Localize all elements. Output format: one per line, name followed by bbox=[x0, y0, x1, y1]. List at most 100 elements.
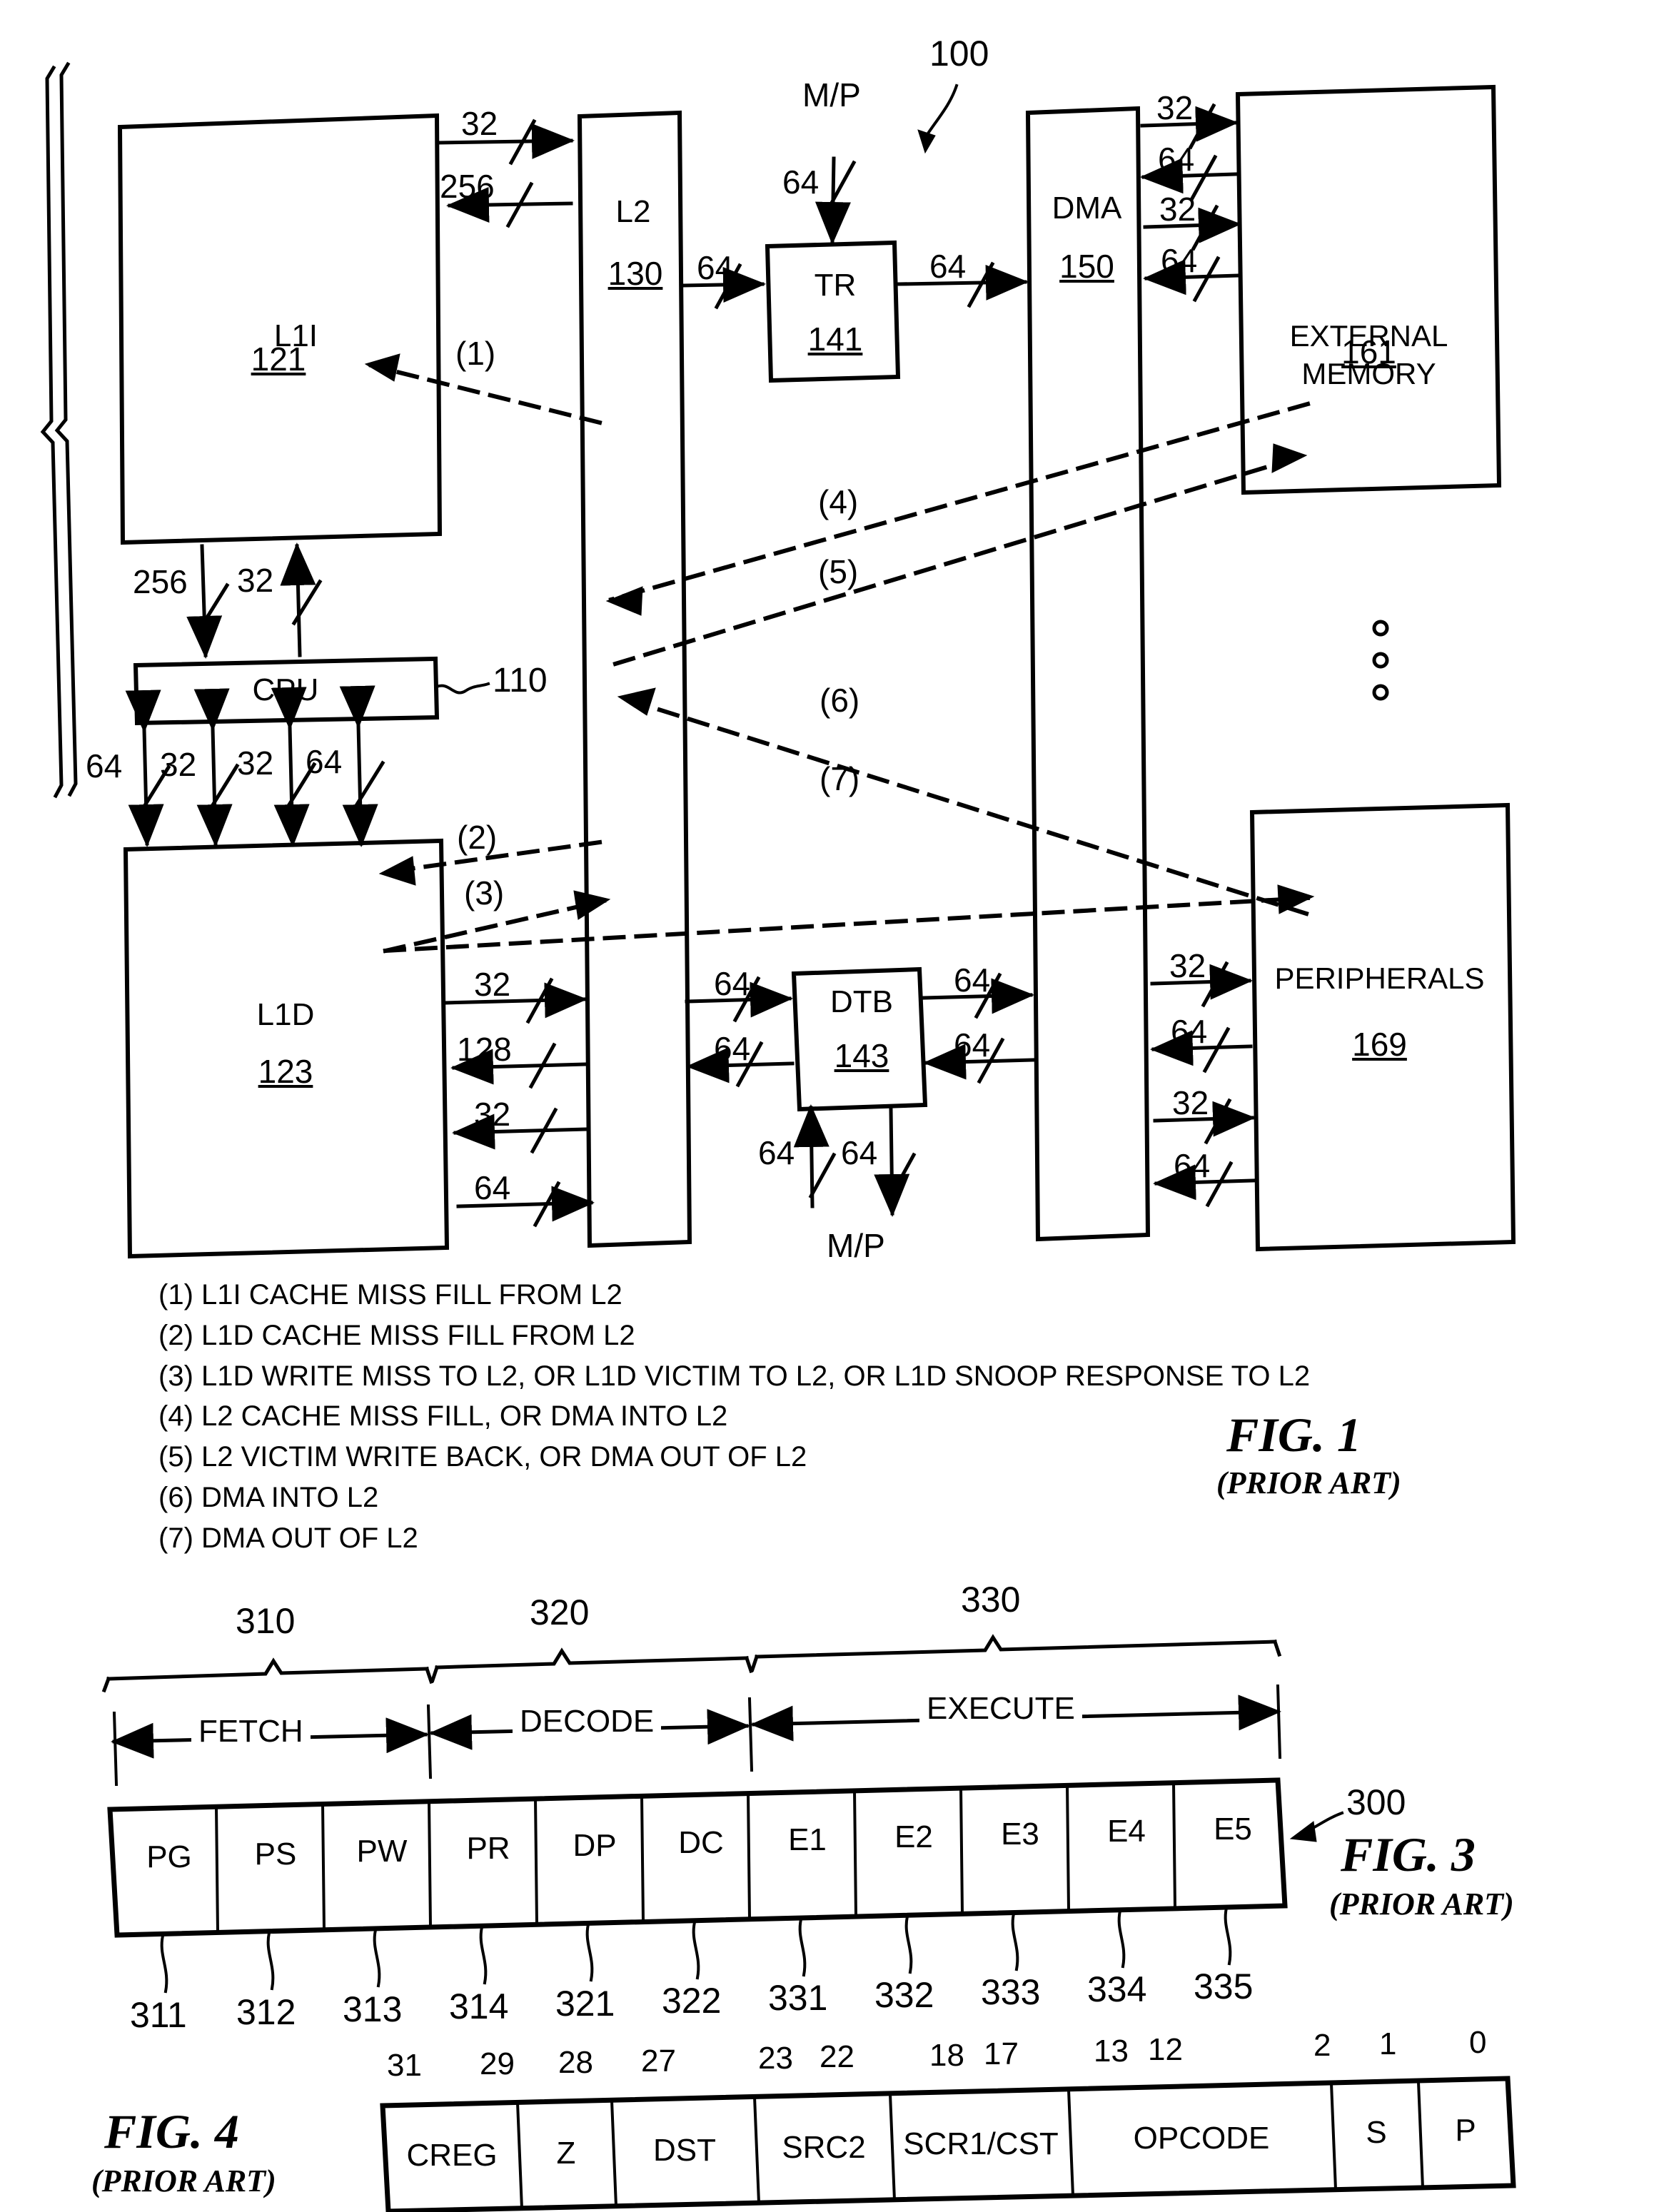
bus-cpu-l1d-d-width: 64 bbox=[306, 743, 343, 780]
fig3-stage-label: PG bbox=[146, 1839, 192, 1874]
patent-drawing-sheet: L1I 121 CPU 110 L1D 123 L2 130 TR 141 DT… bbox=[0, 0, 1659, 2212]
legend-item-2: (2) L1D CACHE MISS FILL FROM L2 bbox=[158, 1319, 635, 1351]
fig4-field-label: DST bbox=[653, 2133, 716, 2168]
fig4-field-label: OPCODE bbox=[1133, 2121, 1270, 2156]
fig3-stage-ref: 335 bbox=[1194, 1966, 1254, 2006]
legend-item-7: (7) DMA OUT OF L2 bbox=[158, 1522, 418, 1554]
fig4-field-label: P bbox=[1455, 2113, 1476, 2148]
legend-item-4: (4) L2 CACHE MISS FILL, OR DMA INTO L2 bbox=[158, 1400, 728, 1433]
fig3-stage-label: PW bbox=[356, 1834, 408, 1869]
fig3-stage-label: PS bbox=[254, 1837, 297, 1872]
bus-per-to-dma-1-width: 64 bbox=[1171, 1013, 1208, 1050]
fig3-phase-decode: DECODE bbox=[513, 1706, 662, 1737]
bus-emem-to-dma-1-width: 64 bbox=[1158, 141, 1195, 178]
fig4-title: FIG. 4 bbox=[104, 2104, 239, 2158]
fig3-ref-330: 330 bbox=[961, 1580, 1021, 1620]
bus-l1i-to-cpu-width: 256 bbox=[133, 563, 188, 600]
fig4-subtitle: (PRIOR ART) bbox=[91, 2163, 276, 2198]
bus-dtb-mp-out-width: 64 bbox=[841, 1134, 878, 1171]
system-ref-100: 100 bbox=[929, 34, 989, 74]
bus-per-to-dma-2-width: 64 bbox=[1174, 1147, 1211, 1184]
bus-l2-to-l1d-1-width: 128 bbox=[457, 1031, 512, 1068]
bus-l1d-to-l2-1-width: 32 bbox=[474, 966, 511, 1003]
legend-item-5: (5) L2 VICTIM WRITE BACK, OR DMA OUT OF … bbox=[158, 1441, 807, 1473]
block-peripherals: PERIPHERALS bbox=[1274, 961, 1485, 995]
fig4-bit-tick: 27 bbox=[641, 2044, 676, 2079]
block-tr-ref: 141 bbox=[807, 320, 863, 358]
bus-l1d-to-l2-2-width: 64 bbox=[474, 1169, 511, 1206]
bus-dma-to-emem-1-width: 32 bbox=[1156, 89, 1194, 126]
mp-label-top: M/P bbox=[802, 76, 861, 113]
flow-marker-4: (4) bbox=[818, 483, 859, 520]
bus-dma-to-emem-2-width: 32 bbox=[1159, 191, 1196, 228]
fig3-stage-label: E1 bbox=[788, 1822, 827, 1857]
block-external-memory-ref: 161 bbox=[1341, 333, 1396, 370]
flow-marker-3: (3) bbox=[464, 874, 505, 911]
fig3-stage-label: PR bbox=[466, 1831, 510, 1866]
fig3-stage-ref: 321 bbox=[555, 1984, 615, 2024]
block-l2: L2 bbox=[615, 194, 651, 229]
fig3-stage-label: DC bbox=[678, 1825, 724, 1860]
block-l1d: L1D bbox=[256, 997, 315, 1032]
block-l1i-ref: 121 bbox=[251, 340, 306, 378]
fig3-stage-ref: 313 bbox=[343, 1989, 403, 2029]
fig4-field-label: SRC2 bbox=[782, 2130, 866, 2165]
fig4-bit-tick: 17 bbox=[984, 2036, 1019, 2071]
fig3-ref-310: 310 bbox=[236, 1601, 296, 1641]
bus-emem-to-dma-2-width: 64 bbox=[1161, 242, 1198, 279]
fig3-stage-ref: 334 bbox=[1087, 1969, 1147, 2009]
bus-l2-to-dtb-width: 64 bbox=[714, 965, 751, 1002]
fig4-bit-tick: 31 bbox=[387, 2048, 422, 2083]
block-dtb-ref: 143 bbox=[834, 1037, 889, 1074]
fig3-stage-ref: 331 bbox=[768, 1978, 828, 2018]
fig3-title: FIG. 3 bbox=[1341, 1827, 1476, 1882]
fig3-stage-label: E5 bbox=[1214, 1812, 1252, 1847]
fig3-stage-ref: 332 bbox=[874, 1975, 934, 2015]
fig1-legend: (1) L1I CACHE MISS FILL FROM L2 (2) L1D … bbox=[158, 1275, 1310, 1559]
block-l1d-ref: 123 bbox=[258, 1053, 313, 1090]
mp-label-bottom: M/P bbox=[827, 1227, 885, 1264]
flow-marker-1: (1) bbox=[455, 335, 496, 372]
bus-l2-to-l1d-2-width: 32 bbox=[474, 1096, 511, 1133]
legend-item-1: (1) L1I CACHE MISS FILL FROM L2 bbox=[158, 1279, 622, 1310]
fig3-stage-label: E4 bbox=[1107, 1814, 1146, 1849]
fig3-phase-execute: EXECUTE bbox=[919, 1693, 1082, 1724]
legend-item-3: (3) L1D WRITE MISS TO L2, OR L1D VICTIM … bbox=[158, 1360, 1311, 1392]
fig4-bit-tick: 29 bbox=[480, 2046, 515, 2081]
bus-cpu-l1d-b-width: 32 bbox=[160, 746, 197, 783]
fig4-bit-tick: 18 bbox=[929, 2038, 964, 2073]
fig4-field-label: S bbox=[1366, 2115, 1387, 2150]
bus-tr-to-dma-width: 64 bbox=[929, 248, 967, 285]
block-l2-ref: 130 bbox=[607, 255, 663, 292]
block-peripherals-ref: 169 bbox=[1352, 1026, 1407, 1063]
fig1-title: FIG. 1 bbox=[1226, 1408, 1361, 1462]
bus-l1i-to-l2-width: 32 bbox=[461, 105, 498, 142]
bus-dma-to-per-1-width: 32 bbox=[1169, 947, 1206, 984]
fig3-stage-ref: 314 bbox=[449, 1986, 509, 2026]
fig3-phase-fetch: FETCH bbox=[191, 1716, 311, 1747]
flow-marker-6: (6) bbox=[820, 682, 860, 719]
legend-item-6: (6) DMA INTO L2 bbox=[158, 1481, 379, 1513]
fig4-bit-tick: 22 bbox=[820, 2039, 854, 2074]
fig4-bit-tick: 28 bbox=[558, 2045, 593, 2080]
fig3-ref-320: 320 bbox=[530, 1592, 590, 1632]
bus-cpu-to-l1i-width: 32 bbox=[237, 562, 274, 599]
fig3-pipeline-ref: 300 bbox=[1346, 1782, 1406, 1822]
fig3-stage-label: E2 bbox=[894, 1819, 933, 1854]
bus-dtb-mp-in-width: 64 bbox=[758, 1134, 795, 1171]
fig4-bit-tick: 13 bbox=[1094, 2034, 1129, 2069]
fig4-bit-tick: 23 bbox=[758, 2041, 793, 2076]
fig1-subtitle: (PRIOR ART) bbox=[1216, 1465, 1401, 1500]
block-tr: TR bbox=[814, 268, 857, 303]
bus-dtb-to-l2-width: 64 bbox=[714, 1030, 751, 1067]
bus-cpu-l1d-c-width: 32 bbox=[237, 744, 274, 782]
fig3-stage-label: E3 bbox=[1001, 1817, 1039, 1852]
bus-dma-to-per-2-width: 32 bbox=[1172, 1084, 1209, 1121]
fig3-stage-ref: 333 bbox=[981, 1972, 1041, 2012]
block-dma-ref: 150 bbox=[1059, 248, 1114, 285]
block-cpu: CPU bbox=[252, 672, 319, 707]
flow-marker-2: (2) bbox=[457, 819, 498, 856]
block-cpu-ref: 110 bbox=[493, 662, 548, 700]
flow-marker-5: (5) bbox=[818, 553, 859, 590]
bus-l2-to-tr-width: 64 bbox=[697, 249, 734, 286]
